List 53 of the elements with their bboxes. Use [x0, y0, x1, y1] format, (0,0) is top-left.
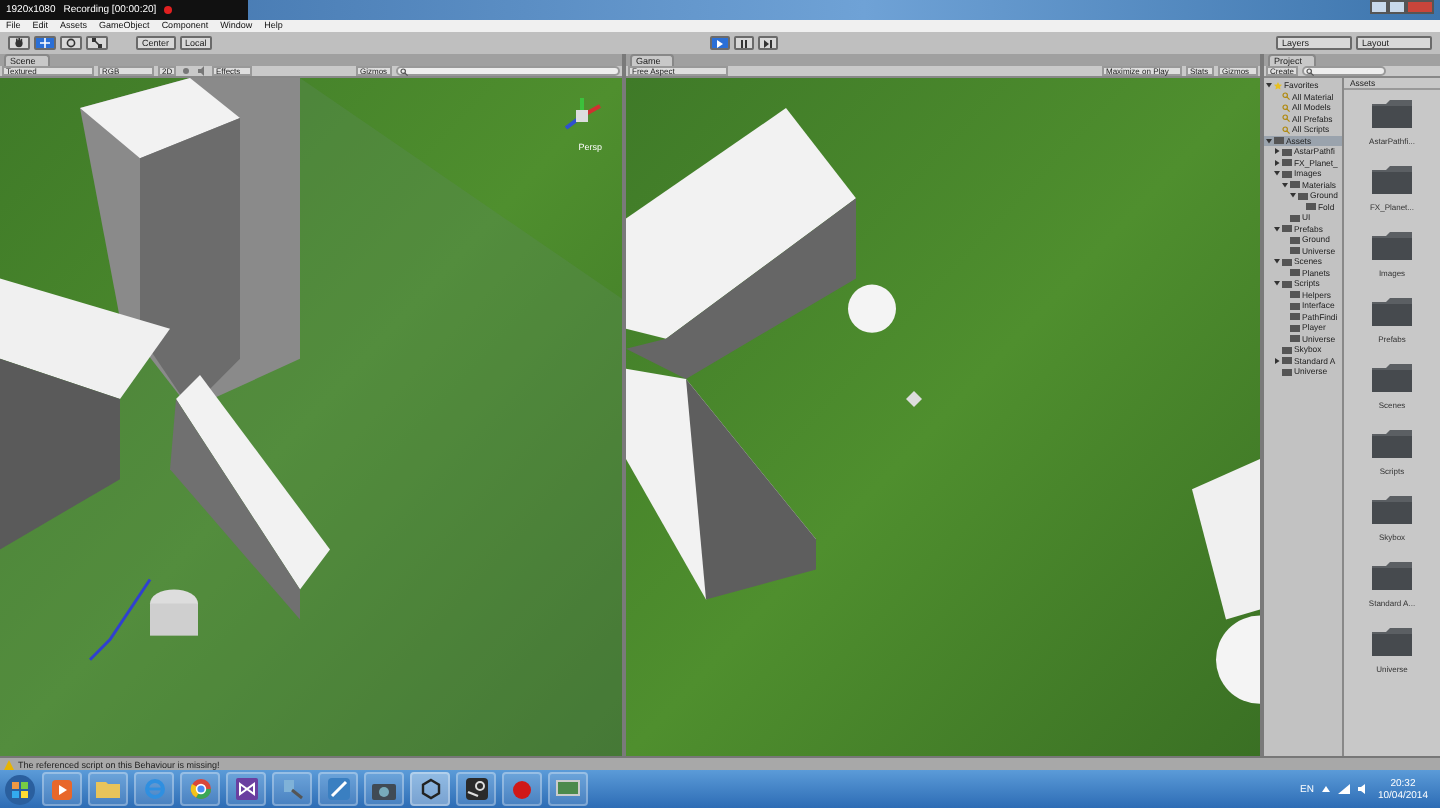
folder-icon	[1370, 428, 1414, 460]
expanded-arrow-icon[interactable]	[1274, 225, 1280, 232]
search-icon	[1306, 67, 1314, 75]
expanded-arrow-icon[interactable]	[1274, 258, 1280, 265]
rotate-tool-button[interactable]	[60, 36, 82, 50]
move-tool-button[interactable]	[34, 36, 56, 50]
search-field[interactable]	[396, 66, 620, 76]
folder-icon	[1370, 494, 1414, 526]
folder-icon	[1370, 98, 1414, 130]
collapsed-arrow-icon[interactable]	[1274, 148, 1280, 155]
step-button[interactable]	[758, 36, 779, 50]
tool-icon[interactable]	[281, 778, 303, 800]
hand-tool-button[interactable]	[8, 36, 30, 50]
media-player-icon[interactable]	[52, 779, 72, 799]
step-icon	[764, 39, 773, 47]
maximize-button[interactable]	[1388, 0, 1406, 14]
scene-view-drawing[interactable]	[0, 78, 622, 756]
steam-logo-icon[interactable]	[465, 778, 487, 800]
monitor-icon[interactable]	[556, 779, 580, 799]
pen-icon[interactable]	[327, 778, 349, 800]
expanded-arrow-icon[interactable]	[1274, 170, 1280, 177]
search-icon	[400, 67, 408, 75]
start-button-icon[interactable]	[4, 773, 36, 805]
folder-icon	[1369, 164, 1414, 196]
scale-tool-button[interactable]	[86, 36, 108, 50]
infinity-logo-icon[interactable]	[235, 778, 257, 800]
signal-icon[interactable]	[1337, 784, 1350, 794]
game-view-drawing[interactable]	[626, 78, 1260, 756]
folder-icon	[1370, 362, 1414, 394]
folder-icon	[1370, 296, 1414, 328]
expanded-arrow-icon[interactable]	[1290, 192, 1296, 199]
collapsed-arrow-icon[interactable]	[1274, 357, 1280, 364]
minimize-button[interactable]	[1370, 0, 1388, 14]
pause-icon	[740, 39, 749, 47]
play-button[interactable]	[710, 36, 731, 50]
star-icon	[1274, 81, 1282, 90]
search-field[interactable]	[1302, 66, 1386, 76]
folder-icon	[1370, 230, 1414, 262]
camera-icon[interactable]	[372, 779, 396, 799]
expanded-arrow-icon[interactable]	[1266, 137, 1272, 144]
light-icon[interactable]	[180, 66, 192, 76]
folder-icon	[1370, 626, 1414, 658]
speaker-icon[interactable]	[1357, 784, 1370, 794]
folder-icon	[1369, 560, 1414, 592]
expanded-arrow-icon[interactable]	[1274, 280, 1280, 287]
collapsed-arrow-icon[interactable]	[1274, 159, 1280, 166]
record-dot-icon[interactable]	[164, 6, 173, 14]
pause-button[interactable]	[734, 36, 755, 50]
up-arrow-icon[interactable]	[1321, 786, 1330, 792]
play-icon	[716, 39, 725, 47]
expanded-arrow-icon[interactable]	[1282, 181, 1288, 188]
browser-circle-icon[interactable]	[189, 778, 211, 800]
expanded-arrow-icon[interactable]	[1266, 82, 1272, 89]
